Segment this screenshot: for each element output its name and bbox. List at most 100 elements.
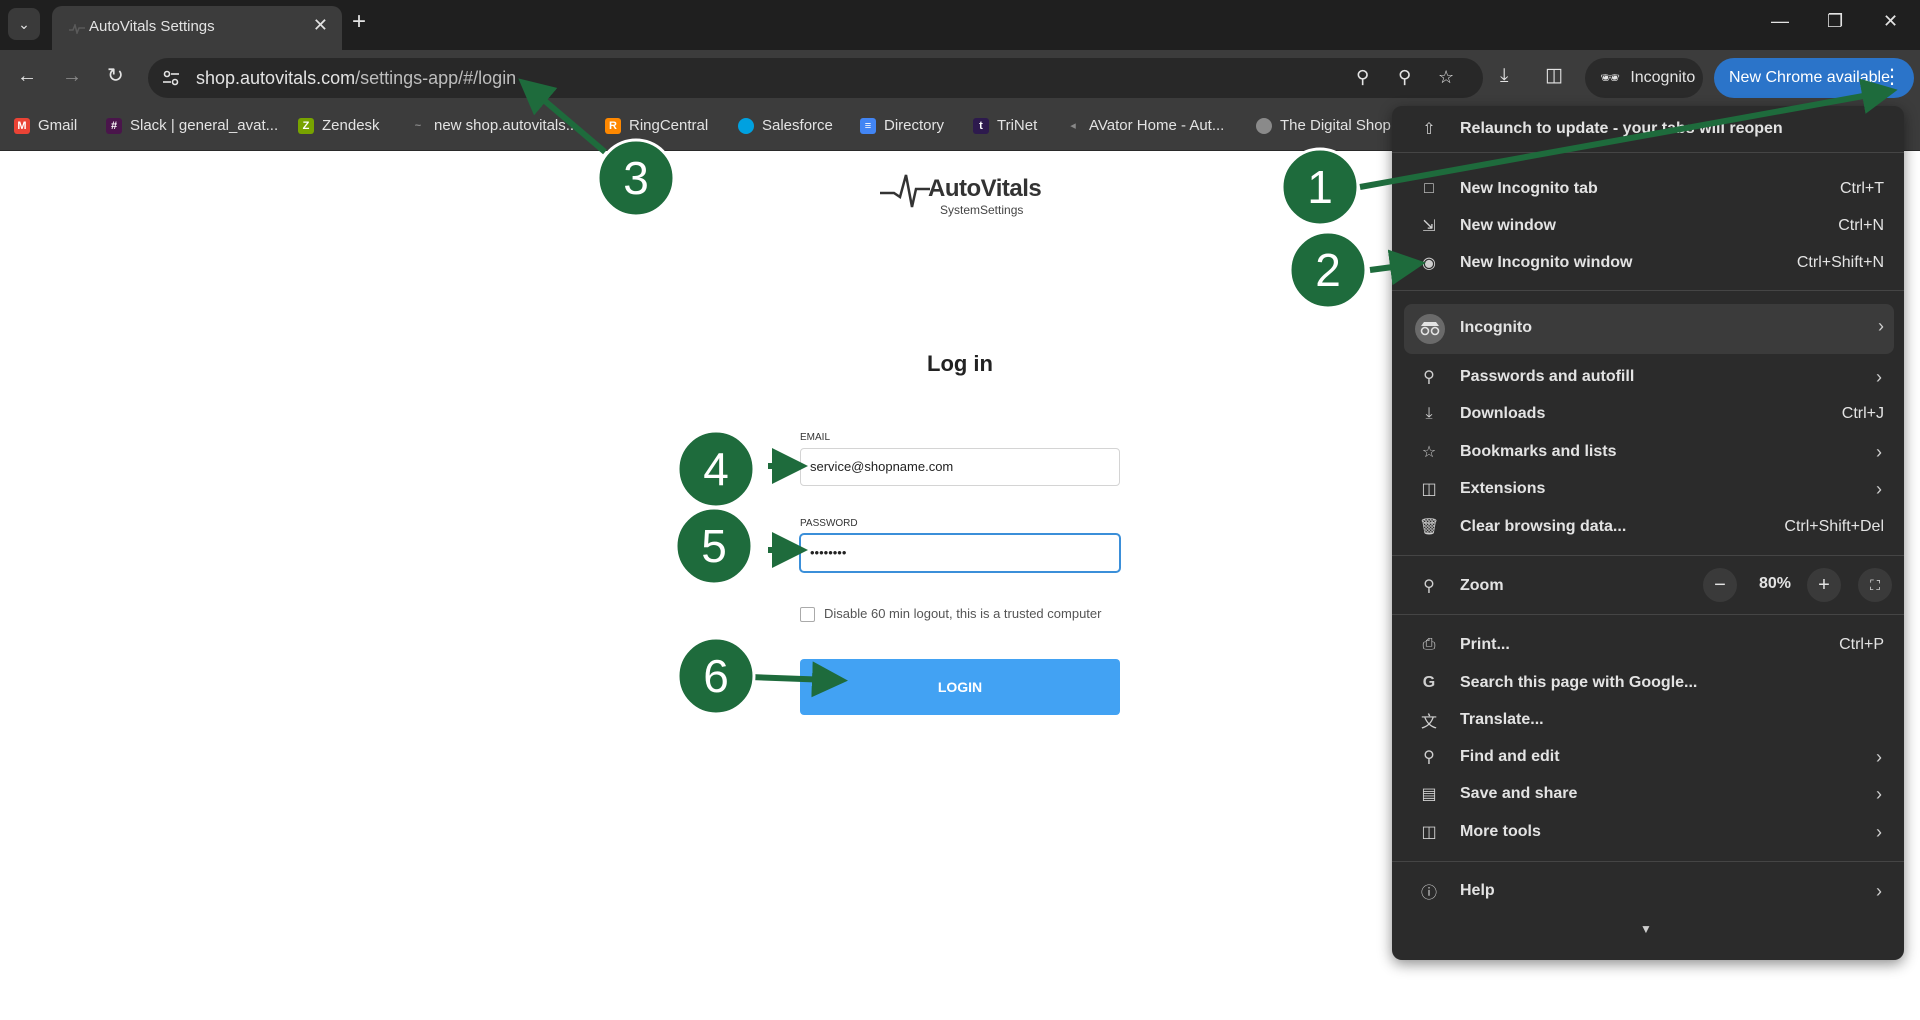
- salesforce-icon: [738, 117, 754, 134]
- back-icon[interactable]: ←: [17, 66, 37, 86]
- menu-bookmarks[interactable]: ☆ Bookmarks and lists ›: [1392, 434, 1904, 470]
- save-icon: ▤: [1421, 786, 1437, 803]
- bookmark-avator[interactable]: ◂ AVator Home - Aut...: [1065, 117, 1224, 134]
- tab-strip: ⌄ AutoVitals Settings ✕ + — ❐ ✕: [0, 0, 1920, 50]
- menu-label: Save and share: [1460, 785, 1578, 802]
- trusted-computer-checkbox[interactable]: [800, 607, 815, 622]
- menu-shortcut: Ctrl+J: [1841, 405, 1884, 422]
- menu-search-google[interactable]: G Search this page with Google...: [1392, 665, 1904, 701]
- bookmark-label: RingCentral: [629, 117, 709, 134]
- gmail-icon: M: [14, 117, 30, 134]
- zoom-controls: − 80% + ⛶: [1392, 568, 1904, 608]
- ringcentral-icon: R: [605, 117, 621, 134]
- menu-relaunch[interactable]: ⇧ Relaunch to update - your tabs will re…: [1392, 111, 1904, 147]
- menu-divider: [1392, 152, 1904, 153]
- bookmark-salesforce[interactable]: Salesforce: [738, 117, 833, 134]
- bookmark-ringcentral[interactable]: R RingCentral: [605, 117, 708, 134]
- forward-icon[interactable]: →: [62, 66, 82, 86]
- key-icon: ⚲: [1423, 369, 1435, 386]
- update-icon: ⇧: [1422, 121, 1436, 138]
- menu-shortcut: Ctrl+T: [1840, 180, 1884, 197]
- new-tab-button[interactable]: +: [352, 10, 366, 34]
- avator-icon: ◂: [1070, 119, 1076, 132]
- bookmark-zendesk[interactable]: Z Zendesk: [298, 117, 380, 134]
- menu-shortcut: Ctrl+Shift+N: [1796, 254, 1884, 271]
- menu-translate[interactable]: 文 Translate...: [1392, 702, 1904, 738]
- new-window-icon: ⇲: [1422, 218, 1436, 235]
- bookmark-trinet[interactable]: t TriNet: [973, 117, 1037, 134]
- menu-shortcut: Ctrl+N: [1838, 217, 1884, 234]
- menu-label: Bookmarks and lists: [1460, 443, 1617, 460]
- restore-icon[interactable]: ❐: [1827, 12, 1843, 30]
- minimize-icon[interactable]: —: [1771, 12, 1789, 30]
- menu-shortcut: Ctrl+P: [1839, 636, 1884, 653]
- menu-print[interactable]: ⎙ Print... Ctrl+P: [1392, 627, 1904, 663]
- printer-icon: ⎙: [1422, 636, 1436, 653]
- new-tab-icon: □: [1424, 180, 1434, 197]
- email-field[interactable]: service@shopname.com: [800, 448, 1120, 486]
- bookmark-slack[interactable]: # Slack | general_avat...: [106, 117, 278, 134]
- menu-divider: [1392, 614, 1904, 615]
- bookmark-gmail[interactable]: M Gmail: [14, 117, 77, 134]
- menu-label: Extensions: [1460, 480, 1546, 497]
- fullscreen-icon[interactable]: ⛶: [1858, 568, 1892, 602]
- window-close-icon[interactable]: ✕: [1883, 12, 1898, 30]
- address-bar[interactable]: shop.autovitals.com/settings-app/#/login…: [148, 58, 1483, 98]
- key-icon[interactable]: ⚲: [1356, 68, 1369, 86]
- zoom-in-button[interactable]: +: [1807, 568, 1841, 602]
- menu-shortcut: Ctrl+Shift+Del: [1784, 518, 1884, 535]
- zoom-value: 80%: [1759, 575, 1792, 592]
- menu-downloads[interactable]: ⤓ Downloads Ctrl+J: [1392, 396, 1904, 432]
- logo-subtitle: SystemSettings: [940, 203, 1024, 217]
- menu-new-incognito-tab[interactable]: □ New Incognito tab Ctrl+T: [1392, 171, 1904, 207]
- menu-passwords[interactable]: ⚲ Passwords and autofill ›: [1392, 359, 1904, 395]
- menu-clear-data[interactable]: 🗑 Clear browsing data... Ctrl+Shift+Del: [1392, 509, 1904, 545]
- chevron-right-icon: ›: [1876, 821, 1882, 842]
- bookmark-digital-shop[interactable]: The Digital Shop: [1256, 117, 1391, 134]
- star-icon: ☆: [1421, 444, 1437, 461]
- bookmark-label: Directory: [884, 117, 945, 134]
- star-icon[interactable]: ☆: [1438, 68, 1454, 86]
- side-panel-icon[interactable]: ◫: [1545, 66, 1563, 85]
- menu-incognito-profile[interactable]: Incognito ›: [1404, 304, 1894, 354]
- url-text: shop.autovitals.com/settings-app/#/login: [196, 68, 516, 89]
- zoom-out-button[interactable]: −: [1703, 568, 1737, 602]
- menu-find-edit[interactable]: ⚲ Find and edit ›: [1392, 739, 1904, 775]
- bookmark-label: Salesforce: [762, 117, 833, 134]
- download-icon: ⤓: [1425, 405, 1433, 422]
- docs-icon: ≡: [860, 117, 876, 134]
- menu-help[interactable]: ⓘ Help ›: [1392, 873, 1904, 909]
- toolbox-icon: ◫: [1421, 824, 1437, 841]
- bookmark-label: new shop.autovitals...: [434, 117, 579, 134]
- site-info-icon[interactable]: [162, 69, 180, 87]
- menu-extensions[interactable]: ◫ Extensions ›: [1392, 471, 1904, 507]
- menu-label: Clear browsing data...: [1460, 518, 1627, 535]
- trinet-icon: t: [973, 117, 989, 134]
- menu-new-incognito-window[interactable]: ◉ New Incognito window Ctrl+Shift+N: [1392, 245, 1904, 281]
- pulse-icon: [69, 24, 85, 34]
- reload-icon[interactable]: ↻: [107, 66, 124, 86]
- menu-more-tools[interactable]: ◫ More tools ›: [1392, 814, 1904, 850]
- menu-scroll-icon[interactable]: ▼: [1640, 922, 1652, 936]
- bookmark-directory[interactable]: ≡ Directory: [860, 117, 944, 134]
- menu-label: Relaunch to update - your tabs will reop…: [1460, 120, 1783, 137]
- zoom-icon[interactable]: ⚲: [1398, 68, 1411, 86]
- url-domain: shop.autovitals.com: [196, 68, 356, 88]
- incognito-button[interactable]: 🕶 Incognito: [1585, 58, 1703, 98]
- bookmark-new-shop[interactable]: ~ new shop.autovitals...: [410, 117, 578, 134]
- bookmark-label: TriNet: [997, 117, 1038, 134]
- tab-search-button[interactable]: ⌄: [8, 8, 40, 40]
- chevron-right-icon: ›: [1876, 441, 1882, 462]
- tab-autovitals-settings[interactable]: AutoVitals Settings ✕: [52, 6, 342, 50]
- kebab-menu-icon[interactable]: ⋮: [1882, 67, 1902, 87]
- globe-icon: [1256, 117, 1272, 134]
- login-button[interactable]: LOGIN: [800, 659, 1120, 715]
- close-icon[interactable]: ✕: [313, 16, 328, 34]
- menu-save-share[interactable]: ▤ Save and share ›: [1392, 776, 1904, 812]
- menu-divider: [1392, 861, 1904, 862]
- password-field[interactable]: ••••••••: [800, 534, 1120, 572]
- download-icon[interactable]: ⤓: [1500, 66, 1508, 85]
- chrome-update-button[interactable]: New Chrome available ⋮: [1714, 58, 1914, 98]
- menu-new-window[interactable]: ⇲ New window Ctrl+N: [1392, 208, 1904, 244]
- slack-icon: #: [106, 117, 122, 134]
